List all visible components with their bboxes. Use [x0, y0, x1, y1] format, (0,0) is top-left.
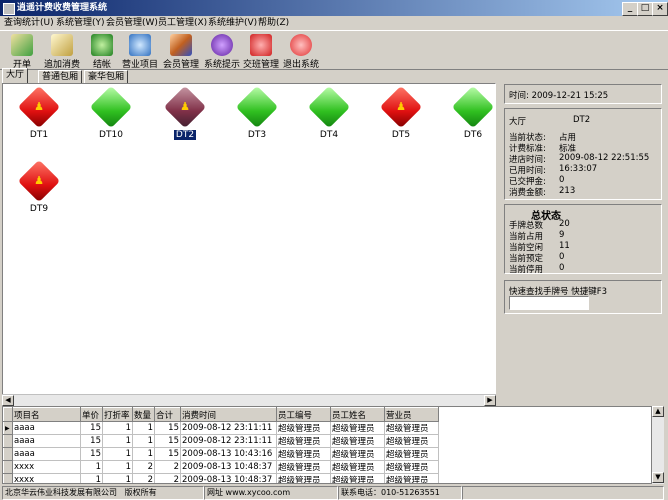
table-dt10[interactable]: DT10 [79, 85, 143, 146]
close-button[interactable]: × [652, 2, 668, 16]
summary-value: 0 [559, 263, 565, 273]
app-icon [3, 3, 15, 15]
row-pointer-icon: ▶ [3, 421, 13, 435]
detail-value: 0 [559, 175, 565, 185]
consumption-table: 项目名 单价 打折率 数量 合计 消费时间 员工编号 员工姓名 营业员 ▶ aa… [3, 407, 439, 483]
consumption-grid: 项目名 单价 打折率 数量 合计 消费时间 员工编号 员工姓名 营业员 ▶ aa… [2, 406, 652, 484]
add-consume-icon [51, 34, 73, 56]
quick-search-input[interactable] [509, 296, 589, 310]
menu-maintenance[interactable]: 系统维护(V) [208, 16, 257, 30]
free-table-icon [89, 85, 133, 129]
status-bar: 北京华云伟业科技发展有限公司 版权所有 网址 www.xycoo.com 联系电… [0, 485, 668, 500]
summary-value: 9 [559, 230, 565, 240]
table-row[interactable]: xxxx 1 1 2 2 2009-08-13 10:48:37 超级管理员 超… [3, 473, 439, 483]
detail-hall: 大厅 [509, 117, 527, 127]
occupied-table-icon: ♟ [17, 85, 61, 129]
copyright-text: 版权所有 [124, 488, 157, 497]
free-table-icon [307, 85, 351, 129]
summary-panel: 总状态 手牌总数 20 当前占用 9 当前空闲 11 当前预定 0 当前停用 0 [504, 204, 662, 275]
scroll-right-icon[interactable]: ▶ [484, 395, 496, 406]
time-panel: 时间: 2009-12-21 15:25 [504, 84, 662, 104]
checkout-button[interactable]: 结帐 [84, 32, 120, 70]
column-header[interactable]: 营业员 [384, 407, 439, 422]
system-tips-button[interactable]: 系统提示 [202, 32, 242, 70]
scroll-down-icon[interactable]: ▼ [652, 472, 664, 483]
table-row[interactable]: xxxx 1 1 2 2 2009-08-13 10:48:37 超级管理员 超… [3, 460, 439, 474]
tab-standard-room[interactable]: 普通包厢 [38, 70, 83, 84]
tab-deluxe-room[interactable]: 豪华包厢 [84, 70, 129, 84]
title-bar: 逍遥计费收费管理系统 _ □ × [0, 0, 668, 16]
time-value: 2009-12-21 15:25 [531, 91, 609, 101]
table-dt9[interactable]: ♟ DT9 [7, 159, 71, 220]
detail-table: DT2 [573, 115, 591, 125]
business-items-icon [129, 34, 151, 56]
hall-panel: ♟ DT1 DT10 ♟ DT2 DT3 DT4 ♟ DT5 DT6 ♟ DT9 [2, 83, 496, 398]
company-name: 北京华云伟业科技发展有限公司 [5, 488, 117, 497]
selected-table-icon: ♟ [163, 85, 207, 129]
grid-header-row: 项目名 单价 打折率 数量 合计 消费时间 员工编号 员工姓名 营业员 [3, 407, 439, 422]
menu-system[interactable]: 系统管理(Y) [56, 16, 105, 30]
shift-management-button[interactable]: 交班管理 [242, 32, 280, 70]
exit-icon [290, 34, 312, 56]
business-items-button[interactable]: 营业项目 [120, 32, 160, 70]
open-order-icon [11, 34, 33, 56]
member-management-button[interactable]: 会员管理 [161, 32, 201, 70]
table-dt1[interactable]: ♟ DT1 [7, 85, 71, 146]
summary-value: 11 [559, 241, 570, 251]
time-label: 时间: [509, 91, 529, 101]
open-order-button[interactable]: 开单 [4, 32, 40, 70]
occupied-table-icon: ♟ [379, 85, 423, 129]
detail-value: 213 [559, 186, 576, 196]
detail-value: 2009-08-12 22:51:55 [559, 153, 650, 163]
room-tabs: 大厅 普通包厢 豪华包厢 [0, 68, 500, 84]
column-header[interactable]: 项目名 [12, 407, 81, 422]
column-header[interactable]: 数量 [132, 407, 155, 422]
table-row[interactable]: aaaa 15 1 1 15 2009-08-12 23:11:11 超级管理员… [3, 434, 439, 448]
grid-vertical-scrollbar[interactable]: ▲ ▼ [652, 406, 664, 484]
summary-value: 0 [559, 252, 565, 262]
table-dt5[interactable]: ♟ DT5 [369, 85, 433, 146]
minimize-button[interactable]: _ [622, 2, 638, 16]
phone-text: 联系电话：010-51263551 [338, 486, 462, 500]
free-table-icon [451, 85, 495, 129]
recycle-icon [250, 34, 272, 56]
menu-query[interactable]: 查询统计(U) [4, 16, 54, 30]
table-dt6[interactable]: DT6 [441, 85, 495, 146]
maximize-button[interactable]: □ [637, 2, 653, 16]
menu-bar: 查询统计(U) 系统管理(Y) 会员管理(W) 员工管理(X) 系统维护(V) … [0, 16, 668, 30]
free-table-icon [235, 85, 279, 129]
members-icon [170, 34, 192, 56]
scroll-up-icon[interactable]: ▲ [652, 406, 664, 417]
table-dt4[interactable]: DT4 [297, 85, 361, 146]
exit-system-button[interactable]: 退出系统 [282, 32, 320, 70]
column-header[interactable]: 打折率 [102, 407, 133, 422]
column-header[interactable]: 合计 [154, 407, 181, 422]
menu-member[interactable]: 会员管理(W) [106, 16, 158, 30]
occupied-table-icon: ♟ [17, 159, 61, 203]
menu-help[interactable]: 帮助(Z) [258, 16, 289, 30]
column-header[interactable]: 员工姓名 [330, 407, 385, 422]
table-detail-panel: 大厅 DT2 当前状态: 占用 计费标准: 标准 进店时间: 2009-08-12 2… [504, 108, 662, 200]
quick-search-panel: 快速查找手牌号 快捷键F3 [504, 280, 662, 314]
website-text: 网址 www.xycoo.com [204, 486, 338, 500]
summary-value: 20 [559, 219, 570, 229]
table-row[interactable]: aaaa 15 1 1 15 2009-08-13 10:43:16 超级管理员… [3, 447, 439, 461]
info-icon [211, 34, 233, 56]
money-bag-icon [91, 34, 113, 56]
window-title: 逍遥计费收费管理系统 [17, 3, 108, 13]
column-header[interactable]: 单价 [80, 407, 103, 422]
summary-label: 当前停用 [509, 265, 544, 275]
table-dt2[interactable]: ♟ DT2 [153, 85, 217, 146]
table-row[interactable]: ▶ aaaa 15 1 1 15 2009-08-12 23:11:11 超级管… [3, 421, 439, 435]
scroll-left-icon[interactable]: ◀ [2, 395, 14, 406]
column-header[interactable]: 消费时间 [180, 407, 277, 422]
add-consume-button[interactable]: 追加消费 [42, 32, 82, 70]
menu-employee[interactable]: 员工管理(X) [158, 16, 207, 30]
tab-hall[interactable]: 大厅 [2, 68, 29, 84]
table-dt3[interactable]: DT3 [225, 85, 289, 146]
detail-value: 16:33:07 [559, 164, 598, 174]
column-header[interactable]: 员工编号 [276, 407, 331, 422]
toolbar: 开单 追加消费 结帐 营业项目 会员管理 系统提示 交班管理 退出系统 [0, 30, 668, 70]
detail-label: 消费金额: [509, 188, 546, 198]
